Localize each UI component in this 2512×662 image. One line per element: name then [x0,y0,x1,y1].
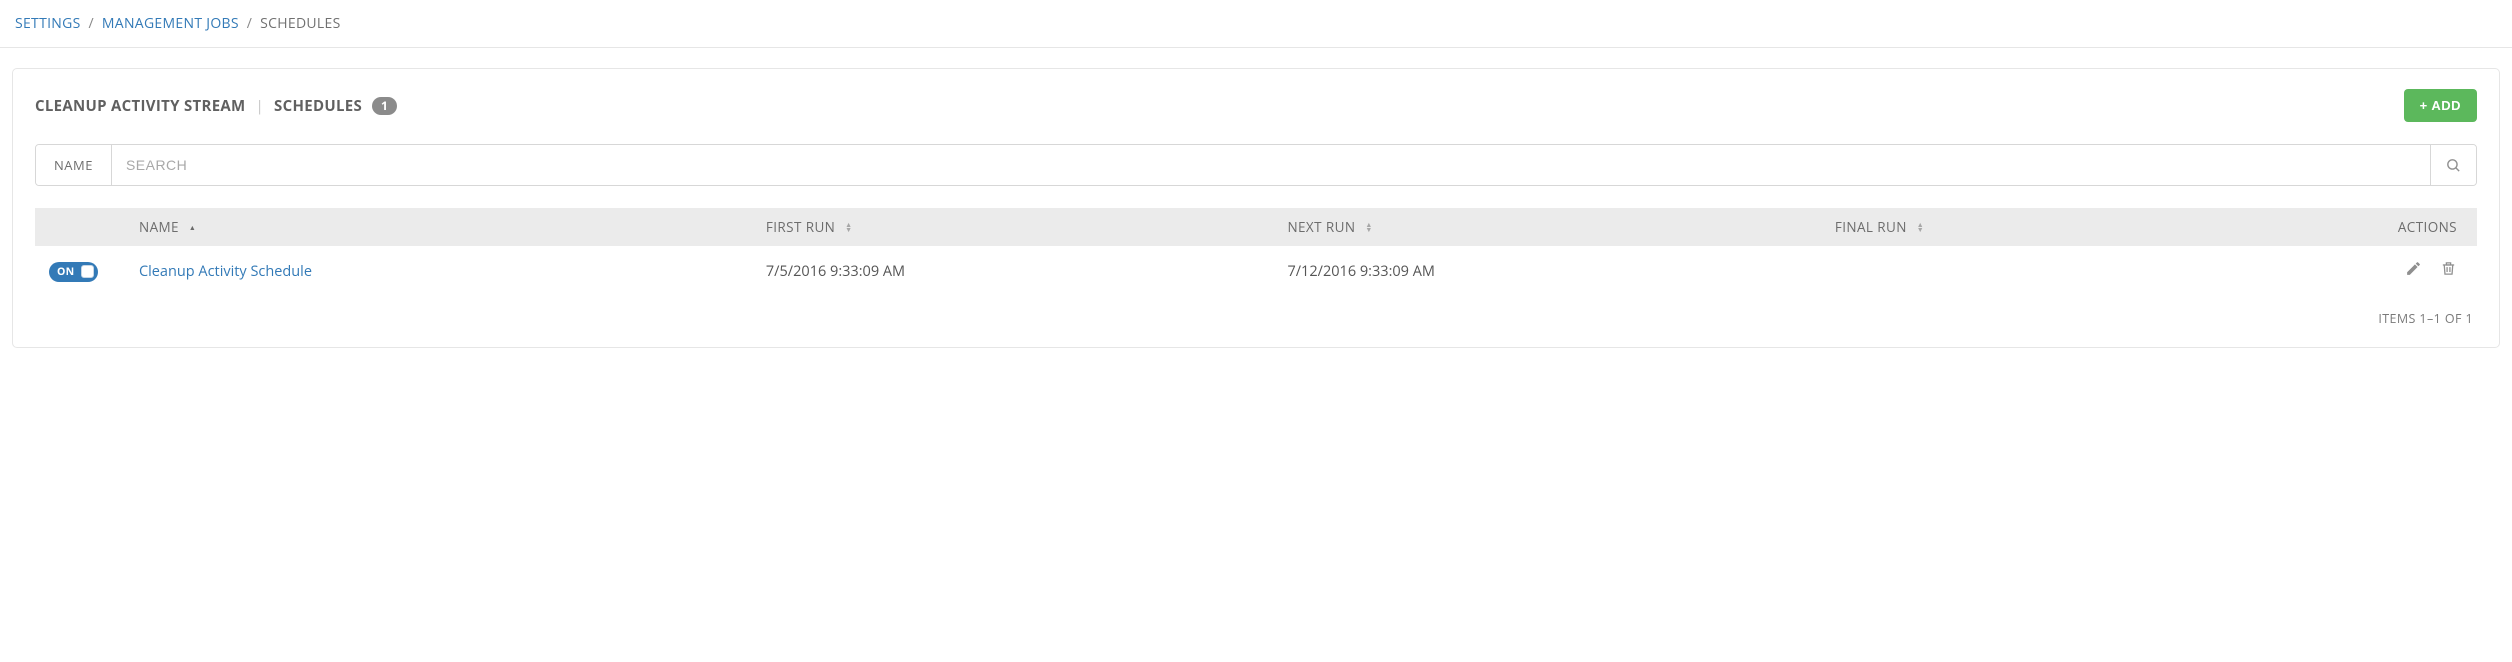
pagination-summary: ITEMS 1–1 OF 1 [35,296,2477,329]
toggle-knob [81,265,94,278]
table-row: ON Cleanup Activity Schedule 7/5/2016 9:… [35,246,2477,296]
search-icon [2445,157,2462,174]
column-next-run: NEXT RUN ▲▼ [1273,208,1820,246]
sort-by-final-run[interactable]: FINAL RUN ▲▼ [1835,218,1924,236]
cell-next-run: 7/12/2016 9:33:09 AM [1273,246,1820,296]
sort-icon: ▲▼ [1365,223,1372,233]
panel-header: CLEANUP ACTIVITY STREAM | SCHEDULES 1 + … [35,89,2477,122]
breadcrumb-link-settings[interactable]: SETTINGS [15,14,81,33]
sort-by-name[interactable]: NAME ▲ [139,218,196,236]
cell-final-run [1821,246,2187,296]
column-name: NAME ▲ [125,208,752,246]
toggle-label: ON [57,264,75,280]
breadcrumb-separator: / [89,14,94,33]
trash-icon [2440,260,2457,277]
search-input[interactable] [112,145,2430,185]
sort-by-next-run[interactable]: NEXT RUN ▲▼ [1287,218,1372,236]
schedules-panel: CLEANUP ACTIVITY STREAM | SCHEDULES 1 + … [12,68,2500,348]
column-toggle [35,208,125,246]
sort-icon: ▲▼ [845,223,852,233]
pencil-icon [2405,260,2422,277]
column-actions: ACTIONS [2186,208,2477,246]
sort-icon: ▲▼ [1917,223,1924,233]
sort-icon: ▲ [189,226,196,231]
table-header-row: NAME ▲ FIRST RUN ▲▼ NEXT RUN ▲▼ [35,208,2477,246]
panel-subtitle: SCHEDULES [274,96,362,116]
panel-title-separator: | [256,96,265,116]
search-field-type[interactable]: NAME [36,145,112,185]
cell-first-run: 7/5/2016 9:33:09 AM [752,246,1274,296]
sort-by-first-run[interactable]: FIRST RUN ▲▼ [766,218,853,236]
schedule-name-link[interactable]: Cleanup Activity Schedule [139,262,312,281]
add-button[interactable]: + ADD [2404,89,2477,122]
edit-button[interactable] [2405,260,2422,282]
column-final-run: FINAL RUN ▲▼ [1821,208,2187,246]
column-first-run: FIRST RUN ▲▼ [752,208,1274,246]
count-badge: 1 [372,97,397,115]
schedule-toggle[interactable]: ON [49,262,98,282]
search-button[interactable] [2430,145,2476,185]
panel-title: CLEANUP ACTIVITY STREAM [35,96,246,116]
breadcrumb-separator: / [247,14,252,33]
search-bar: NAME [35,144,2477,186]
breadcrumb-link-management-jobs[interactable]: MANAGEMENT JOBS [102,14,239,33]
breadcrumb-current: SCHEDULES [260,14,340,33]
delete-button[interactable] [2440,260,2457,282]
schedules-table: NAME ▲ FIRST RUN ▲▼ NEXT RUN ▲▼ [35,208,2477,296]
breadcrumb: SETTINGS / MANAGEMENT JOBS / SCHEDULES [0,0,2512,48]
